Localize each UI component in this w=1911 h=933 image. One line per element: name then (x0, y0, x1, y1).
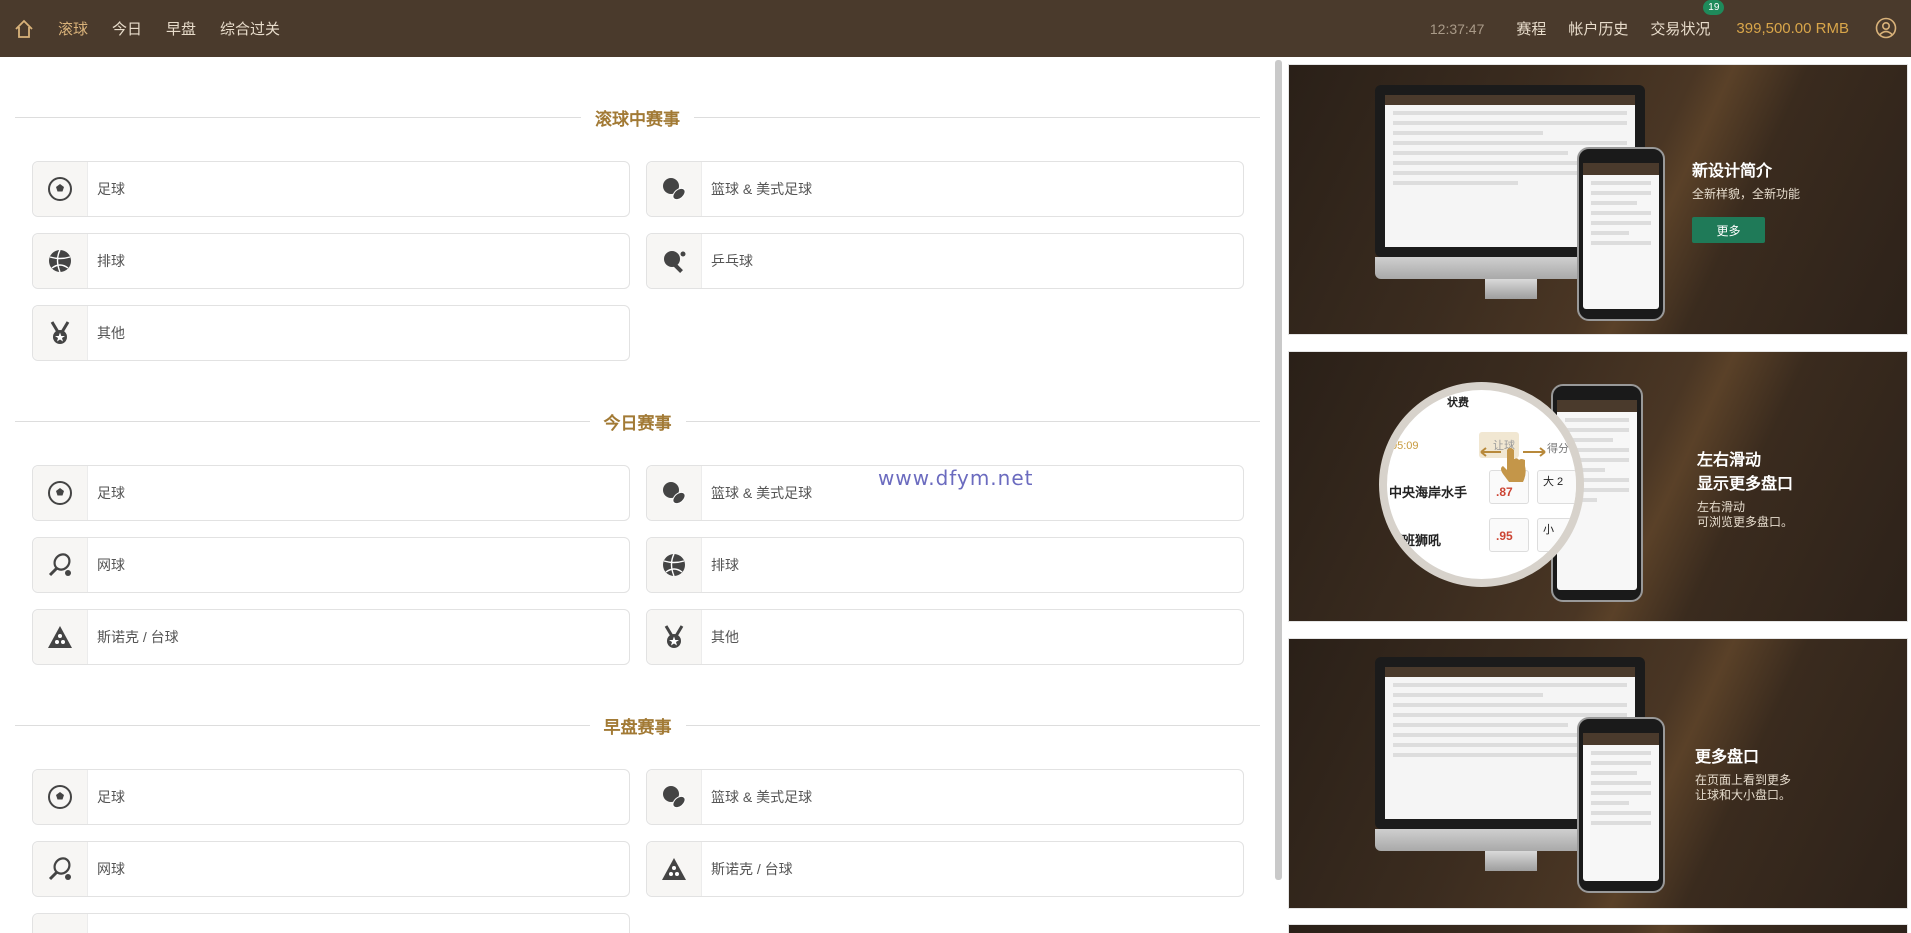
basketball-football-icon (647, 162, 702, 216)
sports-list: 滚球中赛事 足球 篮球 & 美式足球 排球 乒乓球 其他 今日赛事 足球 篮球 … (0, 57, 1275, 933)
main-nav: 滚球 今日 早盘 综合过关 (58, 18, 304, 39)
sport-card-inplay-basketball[interactable]: 篮球 & 美式足球 (646, 161, 1244, 217)
banner-more-markets[interactable]: 更多盘口 在页面上看到更多 让球和大小盘口。 (1288, 638, 1908, 909)
banner-title: 新设计简介 (1692, 163, 1773, 180)
sport-card-today-other[interactable]: 其他 (646, 609, 1244, 665)
trade-status-label: 交易状况 (1650, 21, 1711, 38)
account-history-link[interactable]: 帐户历史 (1568, 18, 1628, 39)
hand-pointer-icon (1480, 447, 1546, 482)
sport-card-early-partial[interactable] (32, 913, 630, 933)
medal-icon (33, 306, 88, 360)
schedule-link[interactable]: 赛程 (1516, 18, 1546, 39)
snooker-icon (33, 610, 88, 664)
section-title-inplay: 滚球中赛事 (15, 107, 1260, 129)
banner-title: 更多盘口 (1695, 749, 1760, 766)
banner-subtitle-line2: 可浏览更多盘口。 (1697, 515, 1794, 529)
sport-card-early-soccer[interactable]: 足球 (32, 769, 630, 825)
medal-icon (647, 610, 702, 664)
banner-subtitle: 在页面上看到更多 (1695, 773, 1792, 787)
trade-count-badge: 19 (1703, 0, 1725, 15)
soccer-ball-icon (33, 770, 88, 824)
sport-card-today-soccer[interactable]: 足球 (32, 465, 630, 521)
sport-card-inplay-soccer[interactable]: 足球 (32, 161, 630, 217)
soccer-ball-icon (33, 162, 88, 216)
sport-card-inplay-volleyball[interactable]: 排球 (32, 233, 630, 289)
nav-parlay[interactable]: 综合过关 (220, 18, 280, 39)
table-tennis-icon (647, 234, 702, 288)
trade-status-link[interactable]: 交易状况 19 (1650, 0, 1725, 39)
sport-card-today-tennis[interactable]: 网球 (32, 537, 630, 593)
sport-card-early-basketball[interactable]: 篮球 & 美式足球 (646, 769, 1244, 825)
user-icon[interactable] (1875, 17, 1899, 41)
section-title-early: 早盘赛事 (15, 715, 1260, 737)
banner-new-design[interactable]: 新设计简介 全新样貌，全新功能 更多 (1288, 64, 1908, 335)
basketball-football-icon (647, 770, 702, 824)
watermark: www.dfym.net (878, 466, 1034, 490)
sport-card-early-snooker[interactable]: 斯诺克 / 台球 (646, 841, 1244, 897)
balance: 399,500.00 RMB (1736, 20, 1849, 37)
nav-early[interactable]: 早盘 (166, 18, 196, 39)
main-scrollbar[interactable] (1275, 60, 1282, 880)
banner-swipe[interactable]: 状费 05:09 让球 得分 中央海岸水手 斯班狮吼 .87 .95 大 2 小… (1288, 351, 1908, 622)
magnifier-illustration: 状费 05:09 让球 得分 中央海岸水手 斯班狮吼 .87 .95 大 2 小 (1379, 382, 1584, 587)
banner-partial[interactable] (1288, 924, 1908, 933)
section-title-today: 今日赛事 (15, 411, 1260, 433)
sport-card-inplay-other[interactable]: 其他 (32, 305, 630, 361)
volleyball-icon (647, 538, 702, 592)
tennis-icon (33, 842, 88, 896)
sport-card-inplay-tabletennis[interactable]: 乒乓球 (646, 233, 1244, 289)
medal-icon (33, 914, 88, 933)
sport-card-today-volleyball[interactable]: 排球 (646, 537, 1244, 593)
phone-illustration (1577, 147, 1665, 321)
soccer-ball-icon (33, 466, 88, 520)
nav-inplay[interactable]: 滚球 (58, 18, 88, 39)
banner-title: 左右滑动 (1697, 452, 1762, 469)
banner-subtitle: 左右滑动 (1697, 500, 1746, 514)
volleyball-icon (33, 234, 88, 288)
clock: 12:37:47 (1429, 20, 1485, 37)
nav-today[interactable]: 今日 (112, 18, 142, 39)
banner-subtitle-line2: 让球和大小盘口。 (1695, 788, 1792, 802)
banner-subtitle: 全新样貌，全新功能 (1692, 187, 1801, 201)
home-icon[interactable] (12, 17, 36, 41)
sport-card-today-snooker[interactable]: 斯诺克 / 台球 (32, 609, 630, 665)
account-nav: 12:37:47 赛程 帐户历史 交易状况 19 399,500.00 RMB (1430, 0, 1911, 57)
basketball-football-icon (647, 466, 702, 520)
tennis-icon (33, 538, 88, 592)
banner-title-line2: 显示更多盘口 (1697, 476, 1794, 493)
sport-card-early-tennis[interactable]: 网球 (32, 841, 630, 897)
top-bar: 滚球 今日 早盘 综合过关 12:37:47 赛程 帐户历史 交易状况 19 3… (0, 0, 1911, 57)
snooker-icon (647, 842, 702, 896)
phone-illustration (1577, 717, 1665, 893)
more-button[interactable]: 更多 (1692, 217, 1765, 243)
